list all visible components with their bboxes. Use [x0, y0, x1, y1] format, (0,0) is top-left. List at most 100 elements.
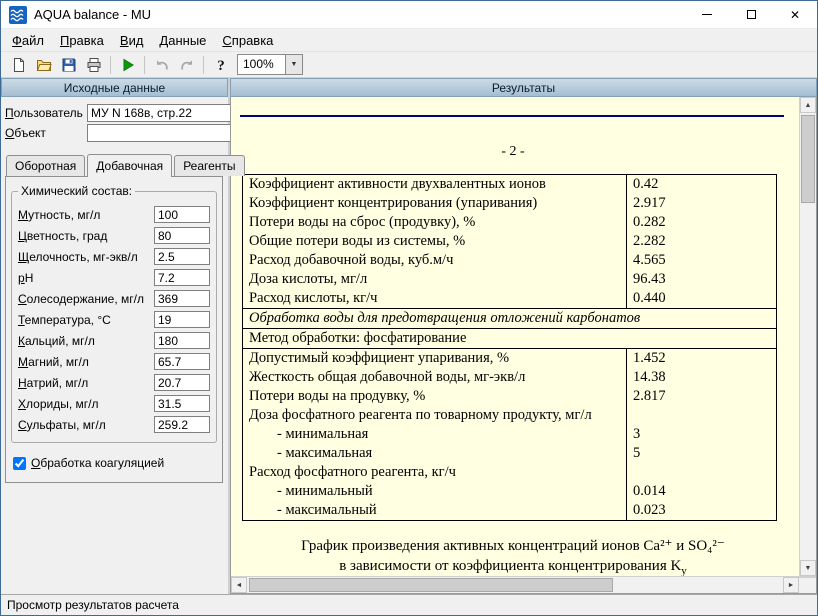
title-bar[interactable]: AQUA balance - MU ✕ [1, 1, 817, 29]
field-label: Мутность, мг/л [18, 208, 154, 222]
scroll-right-button[interactable]: ► [783, 577, 799, 593]
user-input[interactable] [87, 104, 250, 122]
result-row: Коэффициент активности двухвалентных ион… [243, 175, 777, 195]
horizontal-scroll-track[interactable] [247, 577, 783, 593]
result-label: Общие потери воды из системы, % [243, 232, 627, 251]
field-input[interactable] [154, 353, 210, 370]
save-button[interactable] [56, 53, 81, 76]
chemical-composition-group: Химический состав: Мутность, мг/лЦветнос… [11, 191, 217, 443]
coagulation-checkbox-row[interactable]: Обработка коагуляцией [13, 456, 217, 470]
result-label: Расход фосфатного реагента, кг/ч [243, 463, 627, 482]
scroll-down-button[interactable]: ▼ [800, 560, 816, 576]
field-input[interactable] [154, 227, 210, 244]
menu-item[interactable]: Правка [52, 31, 112, 50]
scroll-up-button[interactable]: ▲ [800, 97, 816, 113]
result-value: 2.282 [627, 232, 777, 251]
result-row: Обработка воды для предотвращения отложе… [243, 309, 777, 329]
field-label: Хлориды, мг/л [18, 397, 154, 411]
result-value: 1.452 [627, 349, 777, 369]
result-row: Потери воды на сброс (продувку), %0.282 [243, 213, 777, 232]
open-button[interactable] [31, 53, 56, 76]
toolbar-buttons: ? [6, 53, 233, 76]
field-input[interactable] [154, 269, 210, 286]
horizontal-scrollbar[interactable]: ◄ ► [231, 577, 799, 593]
result-row: Расход добавочной воды, куб.м/ч4.565 [243, 251, 777, 270]
redo-button [174, 53, 199, 76]
vertical-scrollbar[interactable]: ▲ ▼ [799, 97, 816, 576]
results-panel: Результаты - 2 - Коэффициент активности … [230, 78, 817, 594]
print-button[interactable] [81, 53, 106, 76]
run-button[interactable] [115, 53, 140, 76]
toolbar-separator [203, 56, 204, 74]
result-row: Допустимый коэффициент упаривания, %1.45… [243, 349, 777, 369]
field-row: Магний, мг/л [18, 351, 210, 372]
result-row: - минимальный0.014 [243, 482, 777, 501]
result-label: Допустимый коэффициент упаривания, % [243, 349, 627, 369]
results-table: Коэффициент активности двухвалентных ион… [242, 174, 777, 521]
arrow-right-icon: ► [788, 582, 795, 589]
field-label: Щелочность, мг-экв/л [18, 250, 154, 264]
object-input[interactable] [87, 124, 250, 142]
main-area: Исходные данные Пользователь Объект Обор… [1, 78, 817, 594]
status-bar: Просмотр результатов расчета [1, 594, 817, 615]
help-button[interactable]: ? [208, 53, 233, 76]
minimize-button[interactable] [685, 1, 729, 28]
result-label: - максимальный [243, 501, 627, 521]
result-row: Доза фосфатного реагента по товарному пр… [243, 406, 777, 425]
arrow-up-icon: ▲ [805, 102, 812, 109]
field-input[interactable] [154, 290, 210, 307]
group-title: Химический состав: [18, 184, 135, 198]
tab[interactable]: Добавочная [87, 154, 172, 177]
field-input[interactable] [154, 332, 210, 349]
zoom-combobox[interactable]: 100% ▼ [237, 54, 303, 75]
close-button[interactable]: ✕ [773, 1, 817, 28]
chart-caption-line1: График произведения активных концентраци… [239, 536, 787, 556]
field-input[interactable] [154, 374, 210, 391]
result-label: Доза фосфатного реагента по товарному пр… [243, 406, 627, 425]
field-row: Натрий, мг/л [18, 372, 210, 393]
app-icon[interactable] [9, 6, 27, 24]
result-label: Коэффициент концентрирования (упаривания… [243, 194, 627, 213]
chevron-down-icon: ▼ [291, 61, 298, 68]
scroll-left-button[interactable]: ◄ [231, 577, 247, 593]
chart-caption-line2-text: в зависимости от коэффициента концентрир… [339, 558, 681, 574]
result-value: 0.42 [627, 175, 777, 195]
zoom-dropdown-button[interactable]: ▼ [285, 55, 302, 74]
menu-item[interactable]: Файл [4, 31, 52, 50]
result-value: 0.014 [627, 482, 777, 501]
field-input[interactable] [154, 248, 210, 265]
field-row: Хлориды, мг/л [18, 393, 210, 414]
menu-item[interactable]: Данные [151, 31, 214, 50]
toolbar-separator [110, 56, 111, 74]
result-label: Расход кислоты, кг/ч [243, 289, 627, 309]
field-input[interactable] [154, 311, 210, 328]
result-value: 3 [627, 425, 777, 444]
maximize-button[interactable] [729, 1, 773, 28]
status-text: Просмотр результатов расчета [7, 598, 179, 612]
menu-item[interactable]: Вид [112, 31, 152, 50]
result-value: 14.38 [627, 368, 777, 387]
new-button[interactable] [6, 53, 31, 76]
coagulation-checkbox[interactable] [13, 457, 26, 470]
result-row: Метод обработки: фосфатирование [243, 329, 777, 349]
result-row: Расход кислоты, кг/ч0.440 [243, 289, 777, 309]
arrow-left-icon: ◄ [236, 582, 243, 589]
field-label: Солесодержание, мг/л [18, 292, 154, 306]
result-section-label: Обработка воды для предотвращения отложе… [243, 309, 777, 329]
undo-icon [154, 57, 170, 73]
tab[interactable]: Оборотная [6, 155, 85, 176]
horizontal-scroll-thumb[interactable] [249, 578, 613, 592]
result-label: - минимальная [243, 425, 627, 444]
toolbar: ? 100% ▼ [1, 51, 817, 78]
vertical-scroll-thumb[interactable] [801, 115, 815, 203]
menu-item[interactable]: Справка [214, 31, 281, 50]
tab[interactable]: Реагенты [174, 155, 244, 176]
field-label: Магний, мг/л [18, 355, 154, 369]
field-input[interactable] [154, 416, 210, 433]
result-label: - минимальный [243, 482, 627, 501]
vertical-scroll-track[interactable] [800, 113, 816, 560]
field-input[interactable] [154, 206, 210, 223]
field-input[interactable] [154, 395, 210, 412]
chart-caption: График произведения активных концентраци… [239, 536, 787, 576]
field-row: Сульфаты, мг/л [18, 414, 210, 435]
